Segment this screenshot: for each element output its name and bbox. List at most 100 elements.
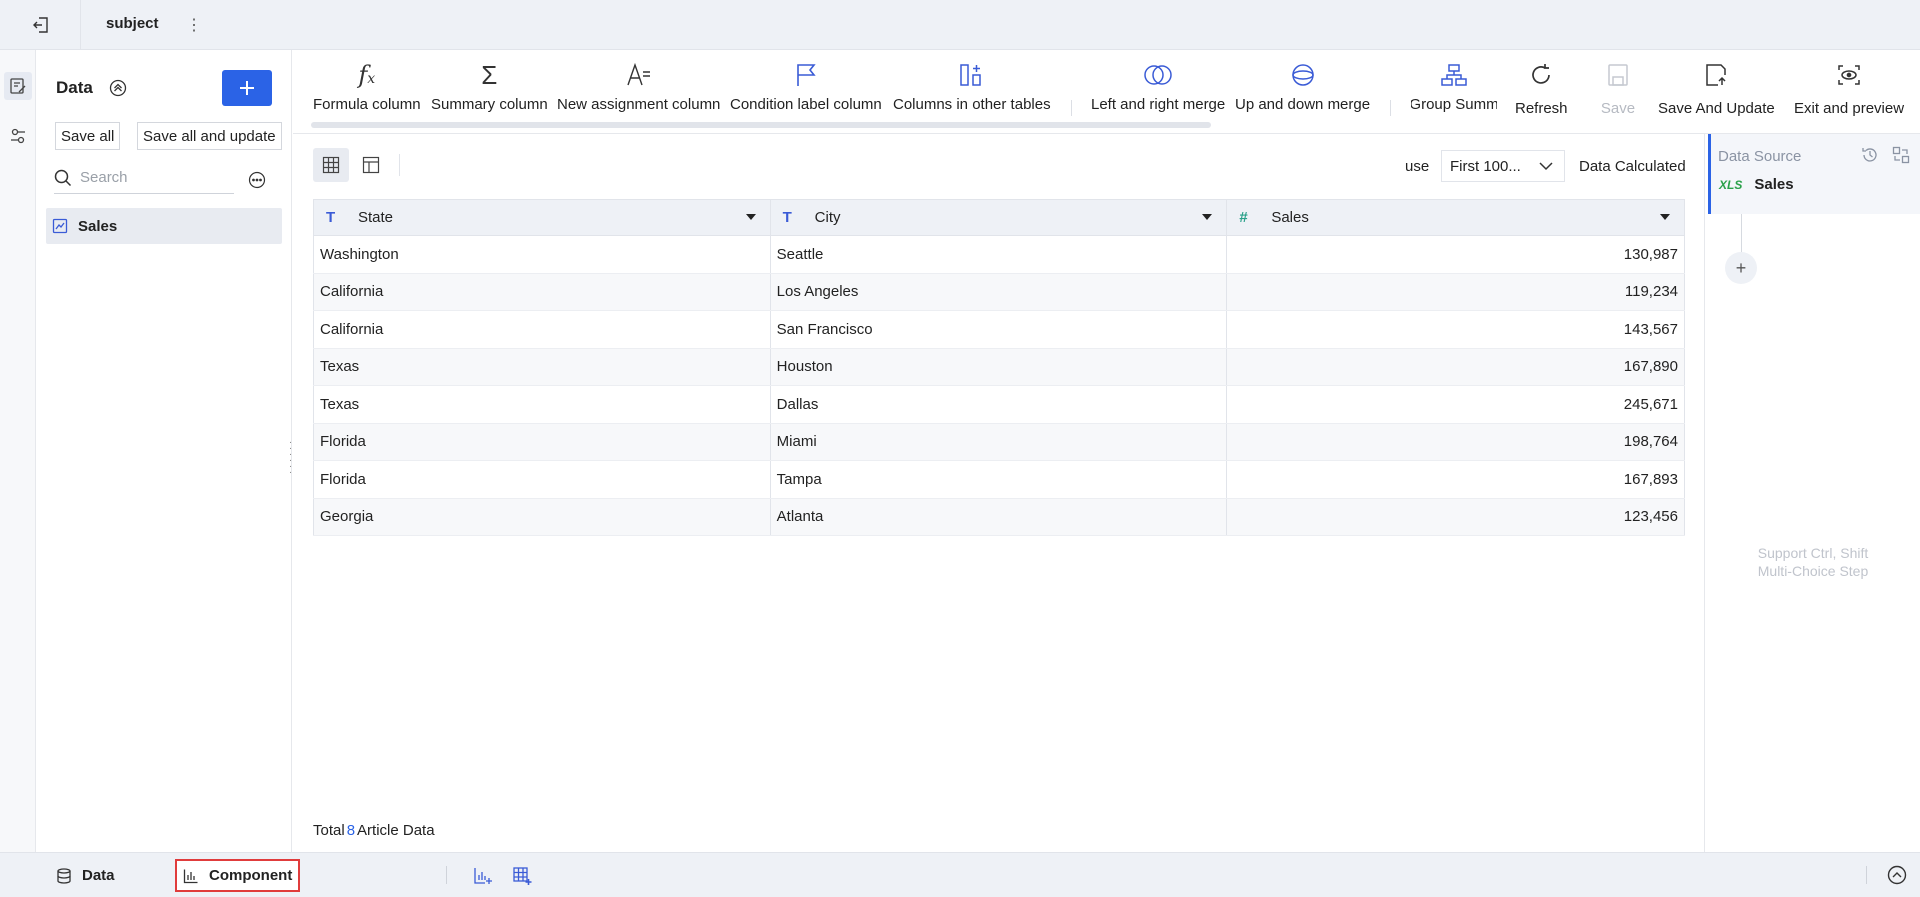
cell[interactable]: Houston	[770, 348, 1228, 386]
tool-label: Formula column	[313, 96, 421, 113]
cell[interactable]: 143,567	[1226, 310, 1685, 349]
cell[interactable]: Miami	[770, 423, 1228, 461]
add-step-button[interactable]: +	[1725, 252, 1757, 284]
divider	[446, 866, 447, 884]
group-summary-button[interactable]: Group Summ	[1411, 60, 1497, 113]
table-row[interactable]: Texas Houston 167,890	[313, 348, 1685, 386]
cell[interactable]: 167,890	[1226, 348, 1685, 386]
columns-in-other-tables-button[interactable]: Columns in other tables	[893, 60, 1051, 113]
cell[interactable]: Tampa	[770, 460, 1228, 499]
text-type-icon: T	[782, 209, 792, 226]
cell[interactable]: Texas	[313, 385, 771, 424]
replace-source-icon[interactable]	[1892, 146, 1910, 168]
column-header-city[interactable]: T City	[770, 199, 1228, 236]
save-button[interactable]: Save	[1598, 60, 1638, 117]
toolbar-scrollbar[interactable]	[311, 122, 1211, 128]
exit-and-preview-button[interactable]: Exit and preview	[1794, 60, 1904, 117]
up-down-merge-button[interactable]: Up and down merge	[1235, 60, 1370, 113]
table-row[interactable]: California San Francisco 143,567	[313, 310, 1685, 349]
table-row[interactable]: California Los Angeles 119,234	[313, 273, 1685, 311]
divider	[1390, 100, 1391, 116]
expand-up-icon[interactable]	[1885, 863, 1909, 887]
save-all-and-update-button[interactable]: Save all and update	[137, 122, 282, 150]
assignment-icon	[619, 60, 659, 90]
hint-line: Multi-Choice Step	[1757, 563, 1869, 579]
more-options-icon[interactable]	[247, 170, 267, 190]
save-all-button[interactable]: Save all	[55, 122, 121, 150]
total-prefix: Total	[313, 822, 345, 839]
column-header-state[interactable]: T State	[313, 199, 771, 236]
table-row[interactable]: Washington Seattle 130,987	[313, 235, 1685, 274]
search-input[interactable]	[80, 169, 220, 186]
rail-settings-icon[interactable]	[4, 122, 32, 150]
rail-data-icon[interactable]	[4, 72, 32, 100]
divider	[80, 0, 81, 50]
cell[interactable]: Dallas	[770, 385, 1228, 424]
new-assignment-column-button[interactable]: New assignment column	[557, 60, 720, 113]
cell[interactable]: California	[313, 310, 771, 349]
row-limit-select[interactable]: First 100...	[1441, 150, 1565, 182]
tool-label: Save And Update	[1658, 100, 1775, 117]
refresh-button[interactable]: Refresh	[1515, 60, 1568, 117]
dataset-item-sales[interactable]: Sales	[46, 208, 282, 244]
hint-line: Support Ctrl, Shift	[1757, 545, 1869, 561]
cell[interactable]: San Francisco	[770, 310, 1228, 349]
column-name: Sales	[1271, 209, 1309, 226]
use-label: use	[1405, 158, 1430, 175]
cell[interactable]: 119,234	[1226, 273, 1685, 311]
divider	[1866, 866, 1867, 884]
cell[interactable]: 123,456	[1226, 498, 1685, 536]
data-table: T State T City # Sales Washington Seattle 130…	[313, 199, 1685, 536]
cell[interactable]: 130,987	[1226, 235, 1685, 274]
table-row[interactable]: Florida Tampa 167,893	[313, 460, 1685, 499]
toolbar: fx Formula column Σ Summary column New a…	[293, 50, 1920, 134]
main-content: use First 100... Data Calculated T State …	[293, 134, 1704, 852]
more-vertical-icon[interactable]: ⋮	[186, 13, 202, 37]
formula-column-button[interactable]: fx Formula column	[313, 60, 421, 113]
cell[interactable]: Georgia	[313, 498, 771, 536]
grid-view-icon[interactable]	[313, 148, 349, 182]
cell[interactable]: Atlanta	[770, 498, 1228, 536]
layout-view-icon[interactable]	[353, 148, 389, 182]
cell[interactable]: California	[313, 273, 771, 311]
search-icon	[54, 169, 72, 187]
exit-icon[interactable]	[28, 12, 54, 38]
cell[interactable]: Los Angeles	[770, 273, 1228, 311]
sigma-icon: Σ	[481, 59, 498, 90]
tool-label: Condition label column	[730, 96, 882, 113]
cell[interactable]: Texas	[313, 348, 771, 386]
sort-dropdown-icon[interactable]	[745, 214, 756, 220]
sort-dropdown-icon[interactable]	[1202, 214, 1213, 220]
tool-label: Up and down merge	[1235, 96, 1371, 113]
condition-label-column-button[interactable]: Condition label column	[730, 60, 882, 113]
cell[interactable]: 245,671	[1226, 385, 1685, 424]
history-icon[interactable]	[1861, 146, 1879, 168]
save-and-update-button[interactable]: Save And Update	[1658, 60, 1775, 117]
source-item[interactable]: XLS Sales	[1719, 176, 1794, 193]
bar-chart-icon	[183, 868, 199, 884]
cell[interactable]: Florida	[313, 423, 771, 461]
table-row[interactable]: Florida Miami 198,764	[313, 423, 1685, 461]
cell[interactable]: 167,893	[1226, 460, 1685, 499]
table-row[interactable]: Texas Dallas 245,671	[313, 385, 1685, 424]
data-source-node[interactable]: Data Source XLS Sales	[1708, 134, 1920, 214]
cell[interactable]: Washington	[313, 235, 771, 274]
collapse-icon[interactable]	[108, 78, 128, 98]
add-button[interactable]	[222, 70, 272, 106]
column-header-sales[interactable]: # Sales	[1226, 199, 1685, 236]
add-chart-icon[interactable]	[471, 864, 495, 888]
chevron-down-icon	[1538, 158, 1554, 178]
summary-column-button[interactable]: Σ Summary column	[431, 59, 548, 114]
tab-component[interactable]: Component	[175, 859, 301, 892]
tab-data[interactable]: Data	[56, 859, 115, 892]
flag-icon	[786, 60, 826, 90]
cell[interactable]: 198,764	[1226, 423, 1685, 461]
table-row[interactable]: Georgia Atlanta 123,456	[313, 498, 1685, 536]
row-limit-value: First 100...	[1450, 157, 1521, 175]
cell[interactable]: Florida	[313, 460, 771, 499]
add-table-icon[interactable]	[510, 864, 534, 888]
sort-dropdown-icon[interactable]	[1660, 214, 1670, 220]
cell[interactable]: Seattle	[770, 235, 1228, 274]
left-right-merge-button[interactable]: Left and right merge	[1091, 60, 1225, 113]
source-name: Sales	[1754, 176, 1794, 193]
